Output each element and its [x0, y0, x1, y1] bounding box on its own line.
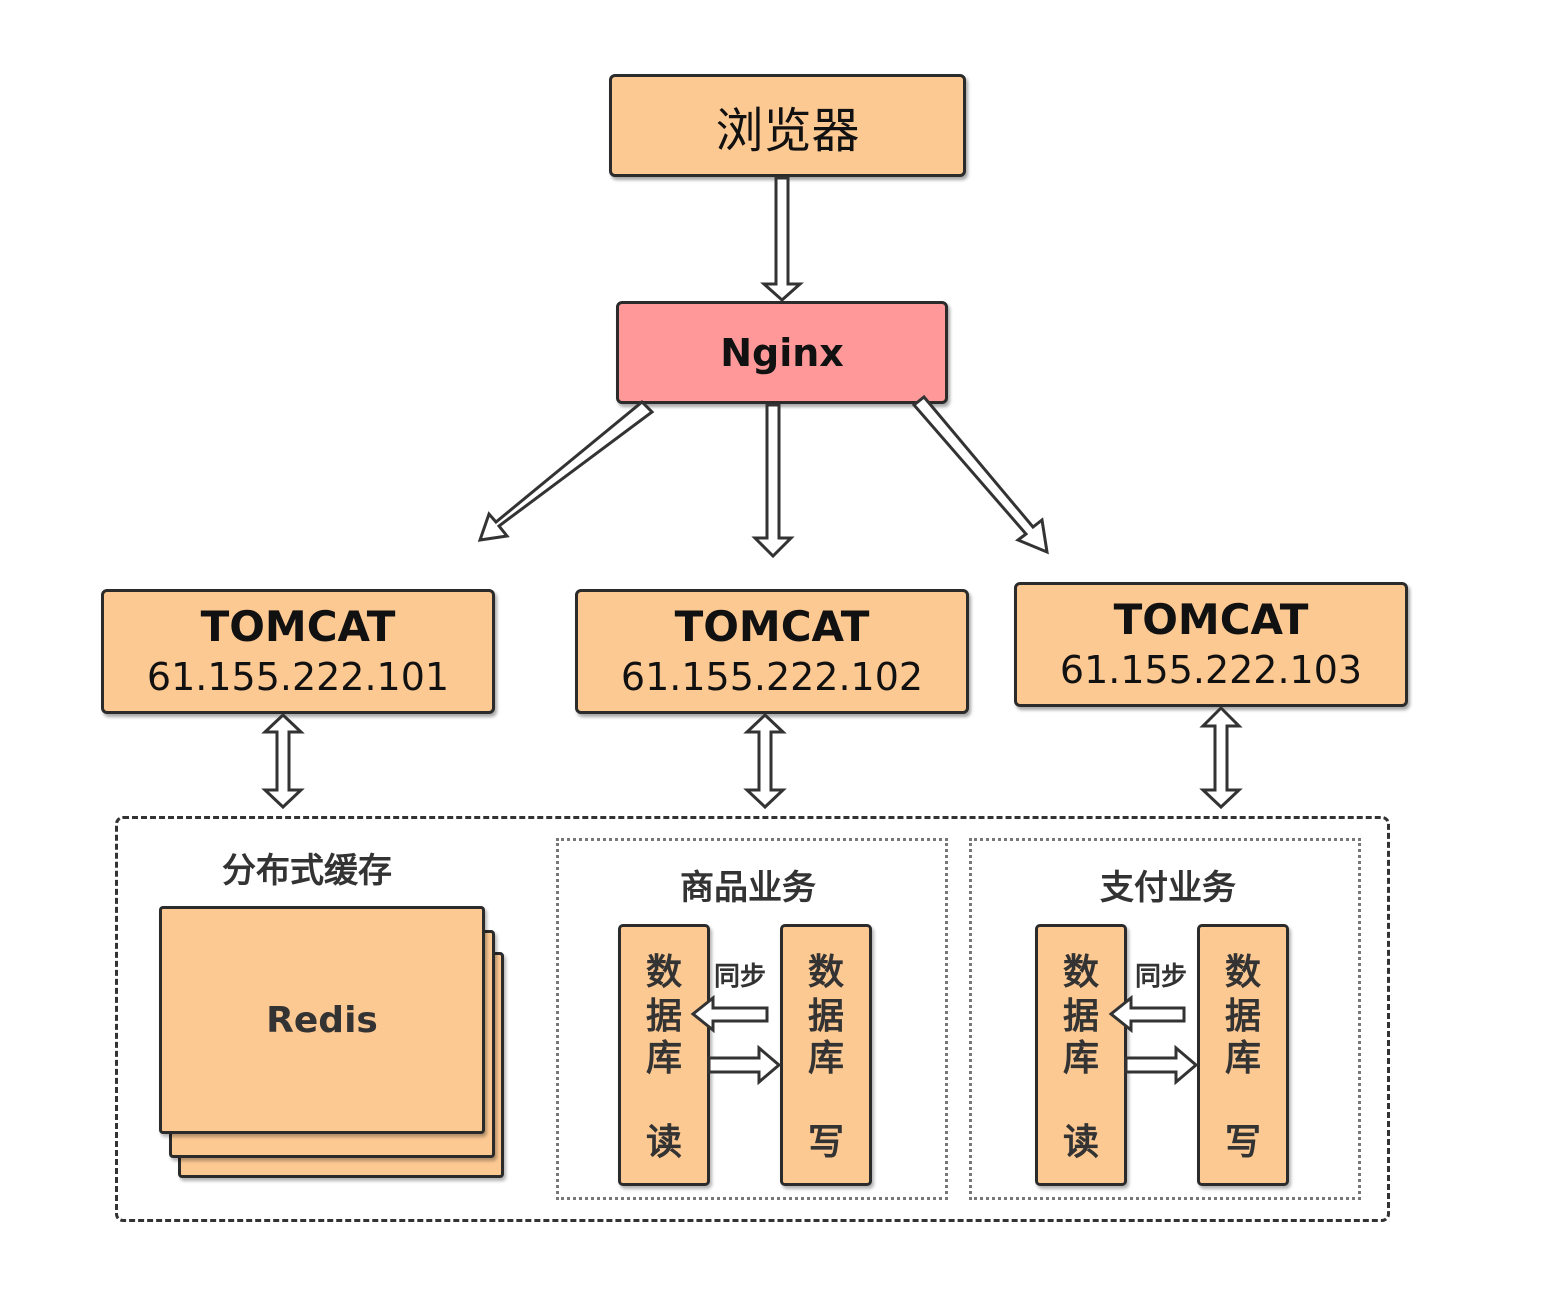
- arrow-layer: [261, 176, 1243, 1086]
- arrow-nginx-tomcat1: [477, 399, 655, 542]
- arrow-nginx-tomcat2: [751, 403, 795, 559]
- arrow-nginx-tomcat3: [911, 394, 1049, 555]
- arrow-tomcat1-cache: [261, 712, 305, 810]
- arrow-browser-nginx: [760, 176, 804, 303]
- arrow-tomcat3-payment: [1199, 705, 1243, 810]
- arrow-product-sync-left: [690, 994, 769, 1034]
- arrow-payment-sync-left: [1108, 994, 1186, 1034]
- arrow-tomcat2-product: [743, 712, 787, 810]
- arrow-product-sync-right: [707, 1044, 782, 1086]
- arrow-payment-sync-right: [1124, 1044, 1199, 1086]
